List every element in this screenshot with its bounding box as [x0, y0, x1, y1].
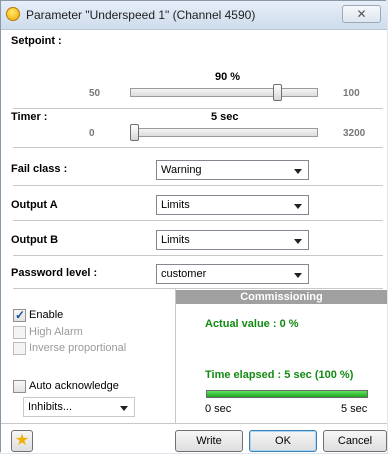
divider: [13, 147, 383, 148]
inverse-proportional-label: Inverse proportional: [29, 342, 127, 354]
high-alarm-checkbox[interactable]: [13, 326, 26, 339]
output-b-select[interactable]: Limits: [156, 230, 309, 250]
star-icon: ★: [14, 432, 30, 449]
parameter-icon: [6, 7, 20, 21]
divider: [13, 255, 383, 256]
setpoint-slider-track[interactable]: [130, 88, 318, 97]
divider: [13, 108, 383, 109]
output-b-label: Output B: [11, 234, 59, 246]
enable-label: Enable: [29, 309, 64, 321]
divider: [13, 220, 383, 221]
cancel-button[interactable]: Cancel: [323, 430, 387, 452]
fail-class-label: Fail class :: [11, 163, 68, 175]
output-a-value: Limits: [161, 199, 190, 211]
column-divider: [175, 289, 176, 423]
timer-slider-track[interactable]: [130, 128, 318, 137]
close-icon: ✕: [356, 7, 367, 21]
divider: [1, 423, 387, 424]
setpoint-label: Setpoint :: [11, 35, 62, 47]
chevron-down-icon: [120, 406, 128, 411]
setpoint-max: 100: [343, 88, 360, 99]
inhibits-select[interactable]: Inhibits...: [23, 397, 135, 417]
actual-value: Actual value : 0 %: [205, 318, 299, 330]
setpoint-slider-thumb[interactable]: [273, 84, 283, 101]
window-title: Parameter "Underspeed 1" (Channel 4590): [26, 8, 256, 22]
dialog-body: Setpoint : 90 % 50 100 Timer : 5 sec 0 3…: [1, 30, 387, 453]
chevron-down-icon: [294, 204, 302, 209]
auto-acknowledge-checkbox[interactable]: [13, 380, 26, 393]
commissioning-header: Commissioning: [176, 290, 387, 304]
high-alarm-label: High Alarm: [29, 326, 83, 338]
password-level-value: customer: [161, 268, 207, 280]
output-b-value: Limits: [161, 234, 190, 246]
progress-fill: [207, 391, 367, 397]
fail-class-value: Warning: [161, 164, 202, 176]
progress-bar: [206, 390, 368, 398]
inverse-proportional-checkbox[interactable]: [13, 342, 26, 355]
setpoint-min: 50: [89, 88, 101, 99]
chevron-down-icon: [294, 239, 302, 244]
divider: [13, 288, 383, 289]
output-a-select[interactable]: Limits: [156, 195, 309, 215]
progress-end: 5 sec: [341, 403, 368, 415]
timer-min: 0: [89, 128, 95, 139]
setpoint-value: 90 %: [215, 71, 241, 83]
inhibits-value: Inhibits...: [28, 401, 73, 413]
enable-checkbox[interactable]: [13, 308, 26, 322]
fail-class-select[interactable]: Warning: [156, 160, 309, 180]
write-button[interactable]: Write: [175, 430, 243, 452]
divider: [13, 185, 383, 186]
timer-label: Timer :: [11, 111, 48, 123]
progress-start: 0 sec: [205, 403, 232, 415]
timer-value: 5 sec: [211, 111, 239, 123]
password-level-label: Password level :: [11, 267, 98, 279]
ok-button[interactable]: OK: [249, 430, 317, 452]
parameter-dialog: Parameter "Underspeed 1" (Channel 4590) …: [0, 0, 387, 453]
close-button[interactable]: ✕: [342, 5, 381, 23]
timer-max: 3200: [343, 128, 366, 139]
output-a-label: Output A: [11, 199, 58, 211]
favorite-button[interactable]: ★: [11, 430, 33, 452]
password-level-select[interactable]: customer: [156, 264, 309, 284]
chevron-down-icon: [294, 273, 302, 278]
title-bar[interactable]: Parameter "Underspeed 1" (Channel 4590) …: [1, 1, 387, 30]
timer-slider-thumb[interactable]: [130, 124, 140, 141]
chevron-down-icon: [294, 169, 302, 174]
auto-acknowledge-label: Auto acknowledge: [29, 380, 119, 392]
time-elapsed: Time elapsed : 5 sec (100 %): [205, 369, 354, 381]
